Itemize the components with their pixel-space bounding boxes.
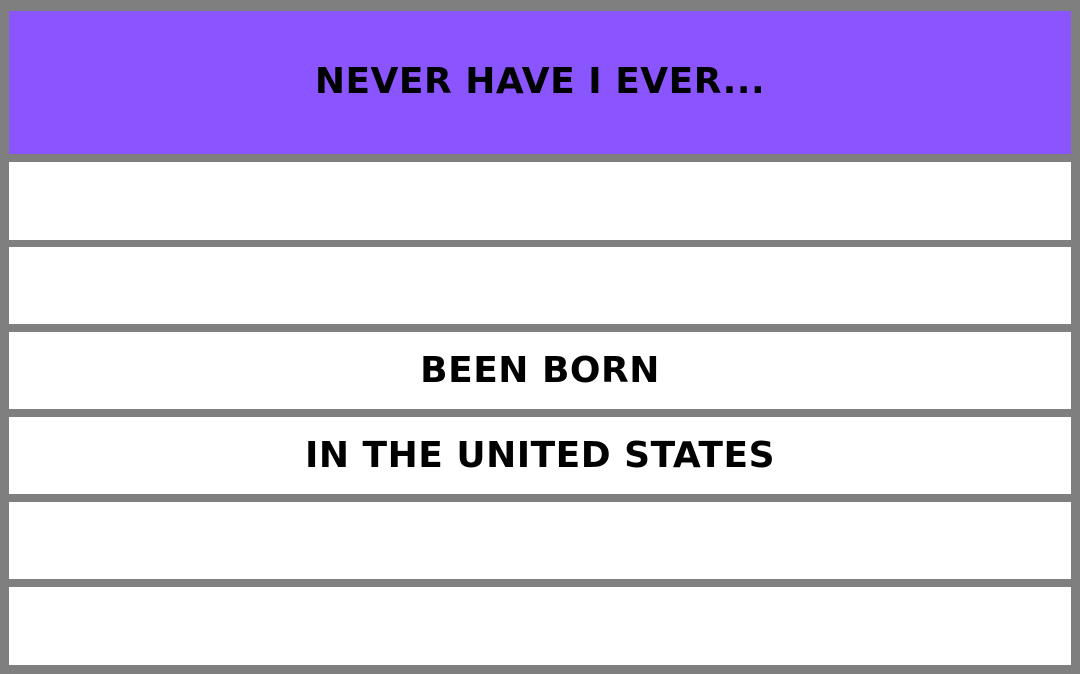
card-line-6 [9,587,1071,665]
card-title: NEVER HAVE I EVER... [314,61,766,102]
card-header: NEVER HAVE I EVER... [9,11,1071,154]
card-line-4-text: IN THE UNITED STATES [304,435,776,476]
card-line-2 [9,247,1071,324]
card-line-3-text: BEEN BORN [420,350,660,391]
card-line-3: BEEN BORN [9,332,1071,409]
card-line-5 [9,502,1071,579]
card-line-1 [9,162,1071,240]
never-have-i-ever-card: NEVER HAVE I EVER... BEEN BORN IN THE UN… [0,0,1080,674]
card-line-4: IN THE UNITED STATES [9,417,1071,494]
